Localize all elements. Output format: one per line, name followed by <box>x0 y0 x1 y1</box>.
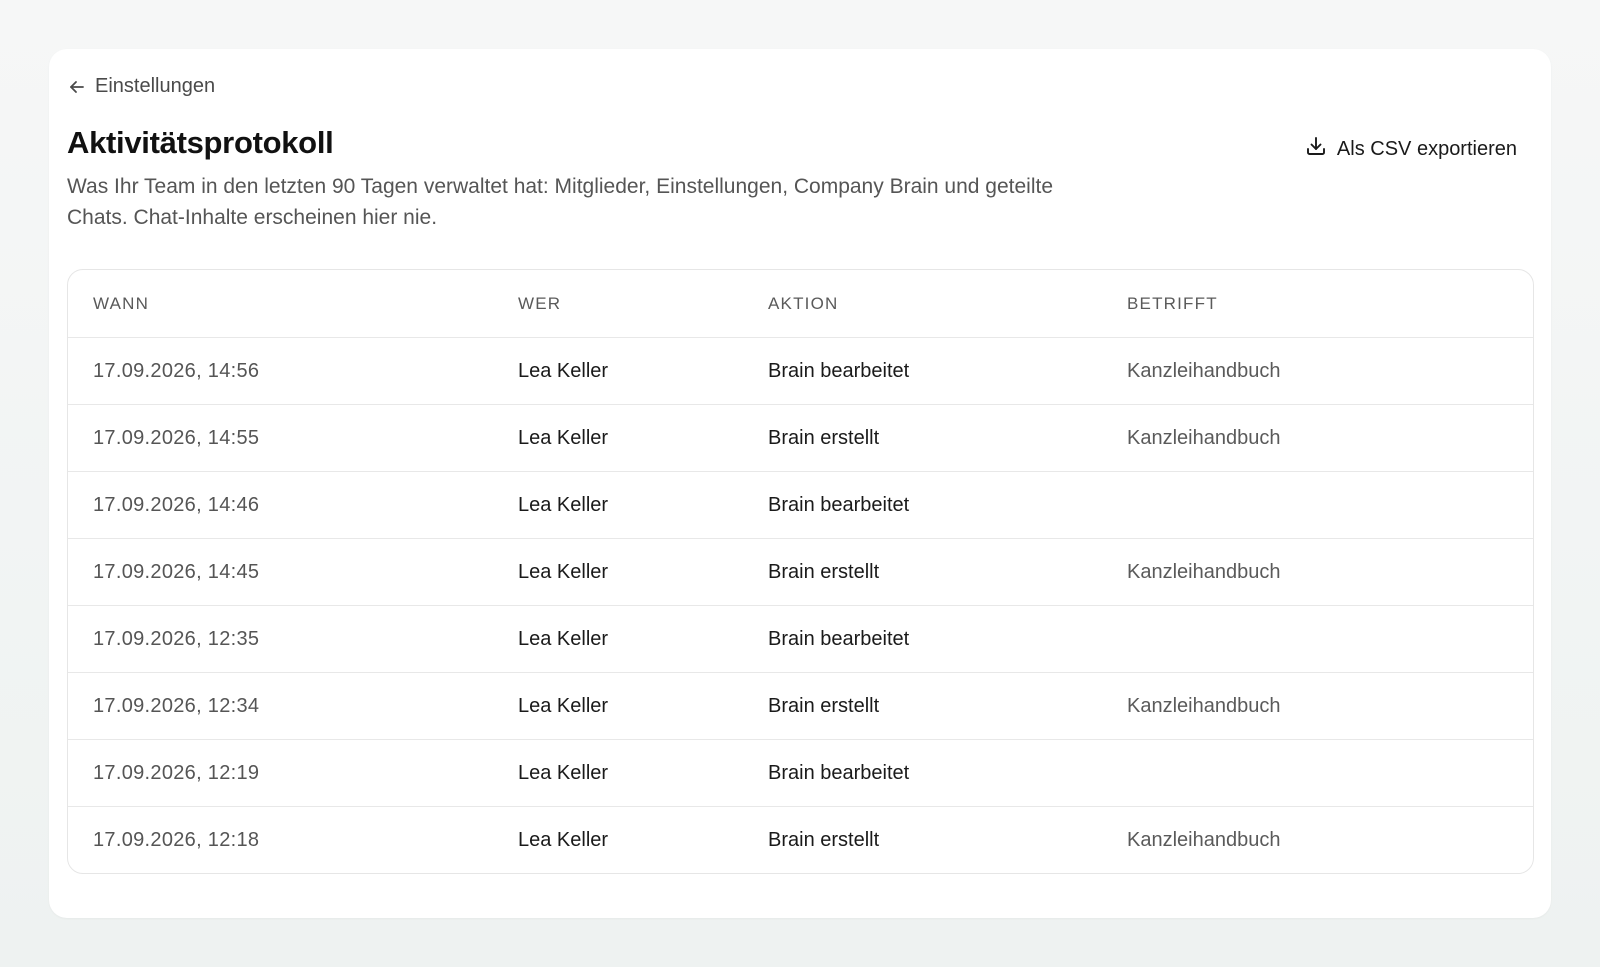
export-csv-label: Als CSV exportieren <box>1336 137 1517 160</box>
table-row: 17.09.2026, 12:18 Lea Keller Brain erste… <box>68 806 1533 873</box>
table-row: 17.09.2026, 12:19 Lea Keller Brain bearb… <box>68 739 1533 807</box>
cell-who: Lea Keller <box>493 739 743 807</box>
column-header-action: AKTION <box>768 293 839 313</box>
page-title: Aktivitätsprotokoll <box>67 125 334 160</box>
cell-target: Kanzleihandbuch <box>1102 538 1533 606</box>
activity-table: WANN WER AKTION BETRIFFT 17.09.2026, 14:… <box>68 270 1533 873</box>
cell-when: 17.09.2026, 14:55 <box>68 404 493 472</box>
cell-when: 17.09.2026, 14:45 <box>68 538 493 606</box>
cell-action: Brain erstellt <box>743 672 1102 740</box>
table-row: 17.09.2026, 12:34 Lea Keller Brain erste… <box>68 672 1533 740</box>
cell-who: Lea Keller <box>493 538 743 606</box>
cell-target: Kanzleihandbuch <box>1102 404 1533 472</box>
export-csv-button[interactable]: Als CSV exportieren <box>1305 131 1517 167</box>
table-row: 17.09.2026, 12:35 Lea Keller Brain bearb… <box>68 605 1533 673</box>
cell-when: 17.09.2026, 14:56 <box>68 337 493 405</box>
cell-who: Lea Keller <box>493 404 743 472</box>
arrow-left-icon <box>67 77 87 97</box>
column-header-target: BETRIFFT <box>1127 293 1218 313</box>
cell-who: Lea Keller <box>493 672 743 740</box>
activity-log-card: Einstellungen Aktivitätsprotokoll Was Ih… <box>49 49 1551 918</box>
page-description: Was Ihr Team in den letzten 90 Tagen ver… <box>67 175 1054 229</box>
cell-target <box>1102 471 1533 539</box>
cell-who: Lea Keller <box>493 471 743 539</box>
cell-target <box>1102 605 1533 673</box>
column-header-when: WANN <box>93 293 150 313</box>
download-icon <box>1305 135 1327 163</box>
table-row: 17.09.2026, 14:46 Lea Keller Brain bearb… <box>68 471 1533 539</box>
table-row: 17.09.2026, 14:55 Lea Keller Brain erste… <box>68 404 1533 472</box>
cell-action: Brain bearbeitet <box>743 337 1102 405</box>
cell-when: 17.09.2026, 12:18 <box>68 806 493 873</box>
column-header-who: WER <box>518 293 562 313</box>
cell-who: Lea Keller <box>493 337 743 405</box>
cell-target: Kanzleihandbuch <box>1102 337 1533 405</box>
cell-action: Brain bearbeitet <box>743 605 1102 673</box>
cell-when: 17.09.2026, 12:19 <box>68 739 493 807</box>
cell-who: Lea Keller <box>493 605 743 673</box>
cell-target: Kanzleihandbuch <box>1102 672 1533 740</box>
table-header-row: WANN WER AKTION BETRIFFT <box>68 270 1533 338</box>
cell-when: 17.09.2026, 14:46 <box>68 471 493 539</box>
table-row: 17.09.2026, 14:56 Lea Keller Brain bearb… <box>68 337 1533 405</box>
cell-action: Brain bearbeitet <box>743 739 1102 807</box>
table-row: 17.09.2026, 14:45 Lea Keller Brain erste… <box>68 538 1533 606</box>
cell-action: Brain bearbeitet <box>743 471 1102 539</box>
cell-target <box>1102 739 1533 807</box>
back-link-settings[interactable]: Einstellungen <box>67 75 215 98</box>
cell-action: Brain erstellt <box>743 806 1102 873</box>
cell-action: Brain erstellt <box>743 538 1102 606</box>
activity-table-container: WANN WER AKTION BETRIFFT 17.09.2026, 14:… <box>67 269 1534 874</box>
back-link-label: Einstellungen <box>95 75 216 97</box>
cell-target: Kanzleihandbuch <box>1102 806 1533 873</box>
cell-when: 17.09.2026, 12:34 <box>68 672 493 740</box>
cell-when: 17.09.2026, 12:35 <box>68 605 493 673</box>
cell-who: Lea Keller <box>493 806 743 873</box>
cell-action: Brain erstellt <box>743 404 1102 472</box>
